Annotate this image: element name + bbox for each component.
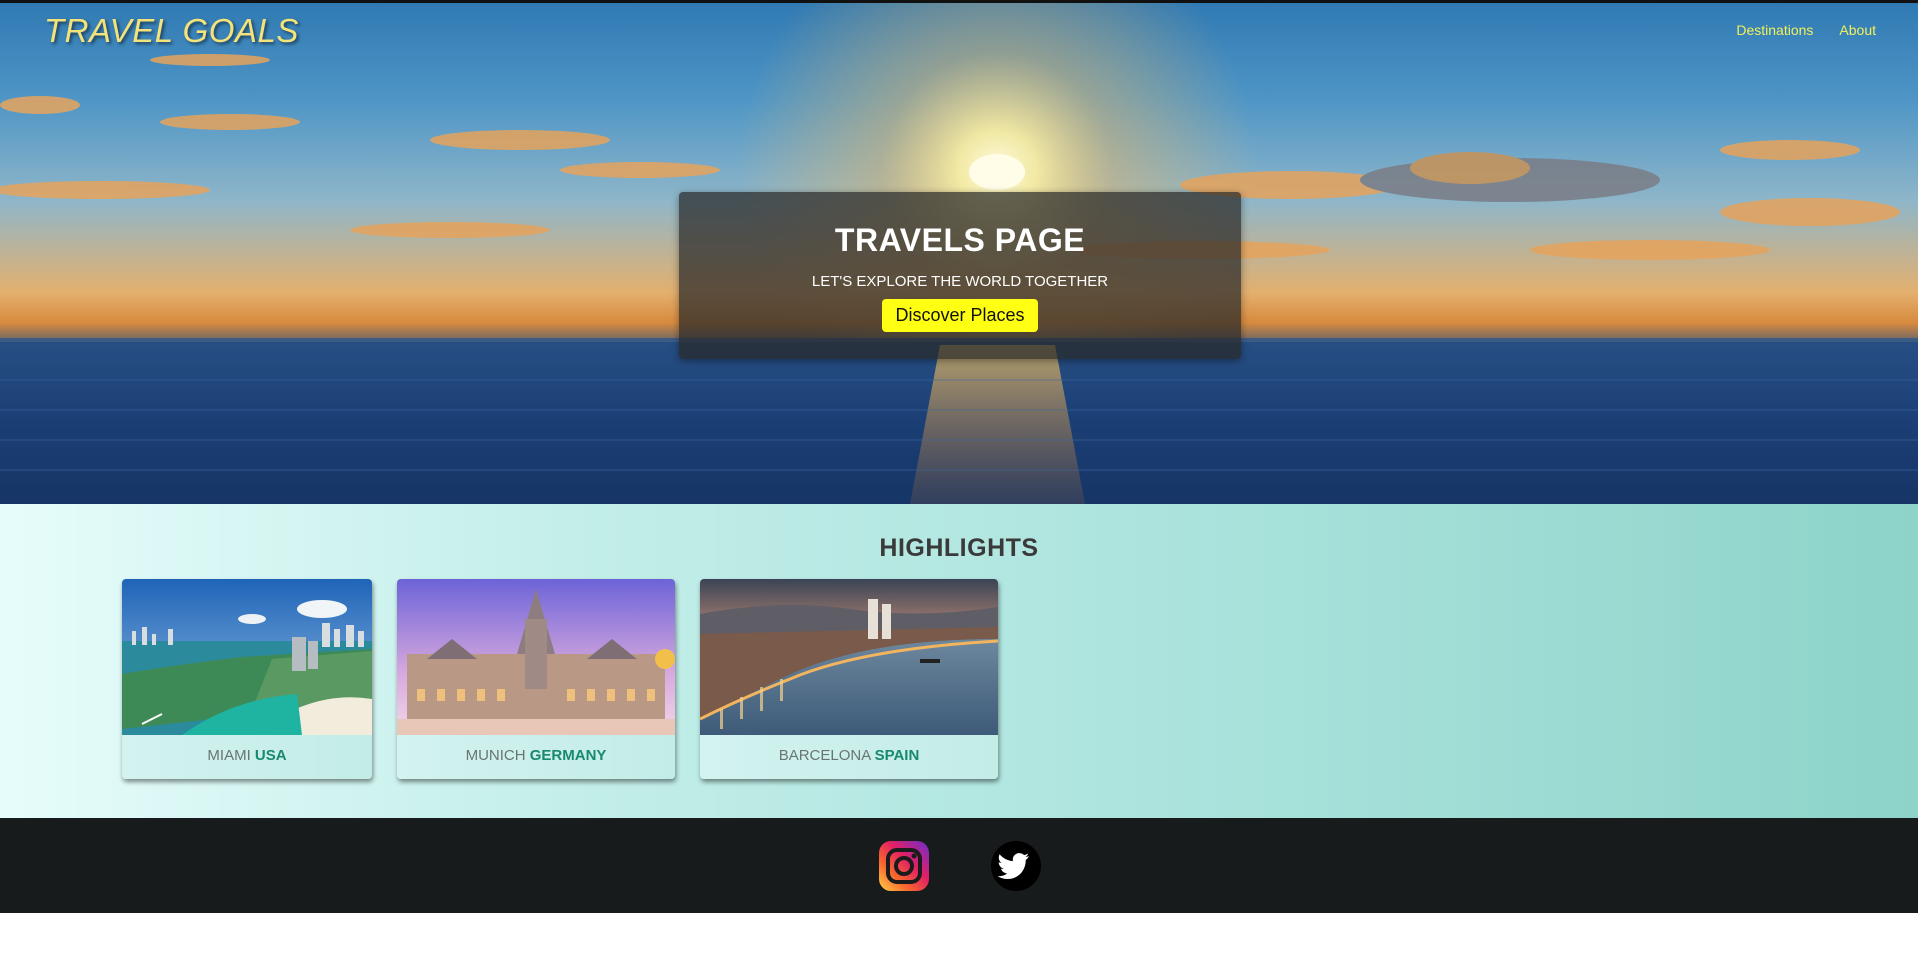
discover-places-button[interactable]: Discover Places	[882, 299, 1038, 332]
highlights-heading: HIGHLIGHTS	[879, 534, 1039, 562]
card-city: MIAMI	[207, 747, 251, 764]
miami-photo	[122, 579, 372, 735]
twitter-link[interactable]	[991, 841, 1041, 891]
hero-section: TRAVEL GOALS Destinations About TRAVELS …	[0, 0, 1918, 504]
twitter-icon	[991, 841, 1041, 891]
card-country: GERMANY	[529, 747, 607, 764]
card-country: SPAIN	[874, 747, 920, 764]
nav-link-about[interactable]: About	[1839, 22, 1876, 38]
site-logo[interactable]: TRAVEL GOALS	[44, 12, 299, 50]
barcelona-photo	[700, 579, 998, 735]
destination-card-munich[interactable]: MUNICH GERMANY	[397, 579, 675, 779]
card-caption: BARCELONA SPAIN	[700, 735, 998, 777]
destination-card-barcelona[interactable]: BARCELONA SPAIN	[700, 579, 998, 779]
top-border	[0, 0, 1918, 3]
hero-title: TRAVELS PAGE	[834, 222, 1086, 258]
instagram-link[interactable]	[879, 841, 929, 891]
hero-panel: TRAVELS PAGE LET'S EXPLORE THE WORLD TOG…	[679, 192, 1241, 359]
nav-link-destinations[interactable]: Destinations	[1736, 22, 1813, 38]
highlights-section: HIGHLIGHTS MIAMI USA MUNICH GERMANY BARC…	[0, 504, 1918, 818]
card-caption: MUNICH GERMANY	[397, 735, 675, 777]
card-country: USA	[254, 747, 287, 764]
footer	[0, 818, 1918, 913]
card-city: MUNICH	[465, 747, 526, 764]
main-nav: Destinations About	[1736, 22, 1876, 38]
munich-photo	[397, 579, 675, 735]
card-caption: MIAMI USA	[122, 735, 372, 777]
hero-subtitle: LET'S EXPLORE THE WORLD TOGETHER	[811, 273, 1109, 290]
card-city: BARCELONA	[778, 747, 871, 764]
destination-card-miami[interactable]: MIAMI USA	[122, 579, 372, 779]
instagram-icon	[879, 841, 929, 891]
